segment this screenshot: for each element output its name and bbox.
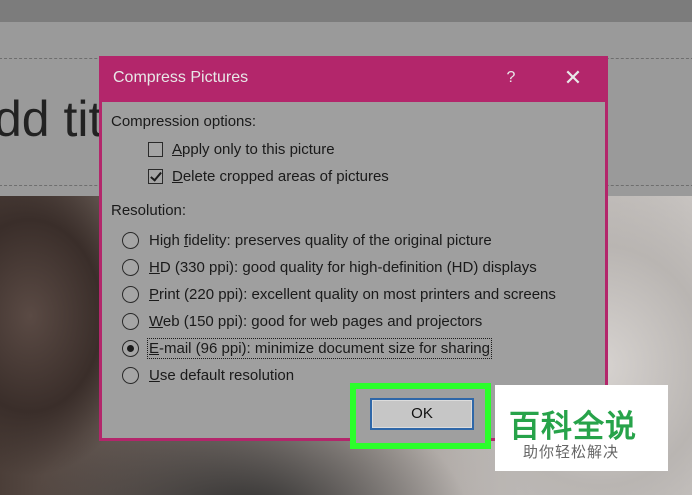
apply-only-checkbox-row[interactable]: Apply only to this picture	[148, 141, 335, 158]
watermark: 百科全说 助你轻松解决	[495, 385, 668, 471]
ok-button[interactable]: OK	[370, 398, 474, 430]
radio-button[interactable]	[122, 259, 139, 276]
radio-button[interactable]	[122, 367, 139, 384]
close-icon: ✕	[563, 65, 583, 90]
radio-default-resolution[interactable]: Use default resolution	[122, 367, 294, 384]
radio-button[interactable]	[122, 232, 139, 249]
help-button[interactable]: ?	[499, 66, 523, 90]
delete-cropped-checkbox[interactable]	[148, 169, 163, 184]
help-icon: ?	[506, 69, 516, 86]
dialog-title: Compress Pictures	[113, 69, 249, 86]
compression-options-label: Compression options:	[111, 113, 257, 130]
radio-print-label: Print (220 ppi): excellent quality on mo…	[149, 286, 556, 303]
radio-high-fidelity-label: High fidelity: preserves quality of the …	[149, 232, 492, 249]
radio-default-label: Use default resolution	[149, 367, 295, 384]
slide-title-text: dd tit	[0, 91, 103, 147]
watermark-logo: 百科全说	[509, 409, 637, 444]
dialog-titlebar: Compress Pictures ? ✕	[99, 56, 608, 102]
radio-email[interactable]: E-mail (96 ppi): minimize document size …	[122, 338, 492, 359]
window-top-band	[0, 0, 692, 22]
radio-button[interactable]	[122, 286, 139, 303]
delete-cropped-label: Delete cropped areas of pictures	[172, 168, 389, 185]
resolution-label: Resolution:	[111, 202, 187, 219]
radio-web[interactable]: Web (150 ppi): good for web pages and pr…	[122, 313, 482, 330]
radio-button-selected[interactable]	[122, 340, 139, 357]
radio-button[interactable]	[122, 313, 139, 330]
radio-email-label: E-mail (96 ppi): minimize document size …	[147, 338, 492, 359]
delete-cropped-checkbox-row[interactable]: Delete cropped areas of pictures	[148, 168, 389, 185]
radio-hd[interactable]: HD (330 ppi): good quality for high-defi…	[122, 259, 537, 276]
radio-high-fidelity[interactable]: High fidelity: preserves quality of the …	[122, 232, 492, 249]
radio-web-label: Web (150 ppi): good for web pages and pr…	[149, 313, 483, 330]
apply-only-checkbox[interactable]	[148, 142, 163, 157]
watermark-subtitle: 助你轻松解决	[523, 444, 620, 461]
close-button[interactable]: ✕	[559, 64, 587, 92]
apply-only-label: Apply only to this picture	[172, 141, 335, 158]
radio-print[interactable]: Print (220 ppi): excellent quality on mo…	[122, 286, 556, 303]
radio-hd-label: HD (330 ppi): good quality for high-defi…	[149, 259, 537, 276]
